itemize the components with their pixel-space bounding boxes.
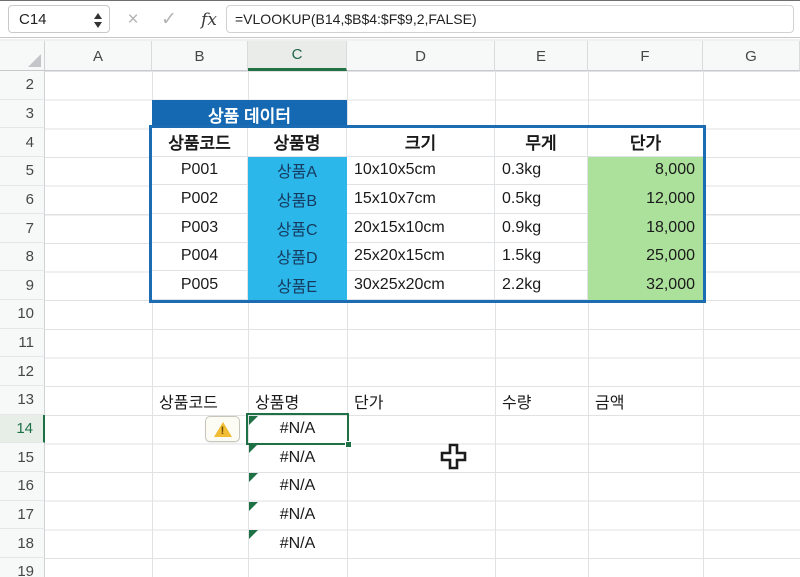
cell-f6-price[interactable]: 12,000 — [588, 185, 703, 214]
row-header-11[interactable]: 11 — [0, 329, 45, 358]
cell-c18-na[interactable]: #N/A — [248, 529, 347, 558]
cell-e7-weight[interactable]: 0.9kg — [495, 214, 588, 243]
product-table-header-weight[interactable]: 무게 — [495, 128, 588, 157]
warning-triangle-icon: ! — [214, 422, 232, 437]
row-headers: 2 3 4 5 6 7 8 9 10 11 12 13 14 15 16 17 … — [0, 71, 45, 577]
product-table-header-size[interactable]: 크기 — [347, 128, 495, 157]
spinner-up-icon[interactable] — [94, 13, 102, 19]
cell-b7-code[interactable]: P003 — [152, 214, 248, 243]
cell-c7-name[interactable]: 상품C — [248, 214, 347, 243]
name-box-value: C14 — [19, 11, 47, 28]
column-header-g[interactable]: G — [703, 41, 800, 71]
cell-b13-label[interactable]: 상품코드 — [152, 386, 248, 415]
row-header-2[interactable]: 2 — [0, 71, 45, 100]
cell-e8-weight[interactable]: 1.5kg — [495, 243, 588, 272]
fill-handle[interactable] — [345, 441, 352, 448]
na-text: #N/A — [280, 535, 316, 553]
cell-cursor-icon — [440, 443, 467, 470]
column-header-b[interactable]: B — [152, 41, 248, 71]
cell-f5-price[interactable]: 8,000 — [588, 157, 703, 186]
error-triangle-icon — [249, 444, 258, 453]
formula-bar: C14 × ✓ fx =VLOOKUP(B14,$B$4:$F$9,2,FALS… — [0, 1, 800, 38]
warning-exclamation: ! — [221, 425, 225, 437]
select-all-corner[interactable] — [0, 41, 45, 71]
cell-d6-size[interactable]: 15x10x7cm — [347, 185, 495, 214]
column-header-d[interactable]: D — [347, 41, 495, 71]
row-header-3[interactable]: 3 — [0, 100, 45, 129]
cell-c15-na[interactable]: #N/A — [248, 443, 347, 472]
cell-c6-name[interactable]: 상품B — [248, 185, 347, 214]
cell-e13-label[interactable]: 수량 — [495, 386, 588, 415]
formula-input[interactable]: =VLOOKUP(B14,$B$4:$F$9,2,FALSE) — [226, 5, 794, 33]
row-header-18[interactable]: 18 — [0, 529, 45, 558]
row-header-6[interactable]: 6 — [0, 186, 45, 215]
column-header-c-selected[interactable]: C — [248, 41, 347, 71]
product-data-title-cell[interactable]: 상품 데이터 — [152, 100, 347, 128]
row-header-4[interactable]: 4 — [0, 128, 45, 157]
row-header-12[interactable]: 12 — [0, 357, 45, 386]
na-text: #N/A — [280, 477, 316, 495]
error-triangle-icon — [249, 473, 258, 482]
row-header-19[interactable]: 19 — [0, 558, 45, 577]
cell-e6-weight[interactable]: 0.5kg — [495, 185, 588, 214]
name-box[interactable]: C14 — [8, 5, 110, 33]
na-text: #N/A — [280, 506, 316, 524]
row-header-9[interactable]: 9 — [0, 271, 45, 300]
cancel-icon[interactable]: × — [118, 1, 148, 38]
name-box-spinner[interactable] — [92, 10, 104, 30]
cell-b5-code[interactable]: P001 — [152, 157, 248, 186]
cell-b8-code[interactable]: P004 — [152, 243, 248, 272]
confirm-icon[interactable]: ✓ — [154, 1, 184, 38]
cell-e9-weight[interactable]: 2.2kg — [495, 271, 588, 300]
cell-f13-label[interactable]: 금액 — [588, 386, 703, 415]
row-header-15[interactable]: 15 — [0, 443, 45, 472]
spreadsheet-app: C14 × ✓ fx =VLOOKUP(B14,$B$4:$F$9,2,FALS… — [0, 0, 800, 577]
spinner-down-icon[interactable] — [94, 22, 102, 28]
cell-c17-na[interactable]: #N/A — [248, 501, 347, 530]
row-header-16[interactable]: 16 — [0, 472, 45, 501]
column-header-f[interactable]: F — [588, 41, 703, 71]
insert-function-icon[interactable]: fx — [192, 1, 226, 38]
product-table-header-code[interactable]: 상품코드 — [152, 128, 248, 157]
cell-d8-size[interactable]: 25x20x15cm — [347, 243, 495, 272]
cell-f7-price[interactable]: 18,000 — [588, 214, 703, 243]
selected-cell-border — [246, 413, 349, 445]
select-all-triangle-icon — [28, 54, 41, 67]
cell-f9-price[interactable]: 32,000 — [588, 271, 703, 300]
column-header-e[interactable]: E — [495, 41, 588, 71]
cell-c9-name[interactable]: 상품E — [248, 271, 347, 300]
row-header-5[interactable]: 5 — [0, 157, 45, 186]
cell-e5-weight[interactable]: 0.3kg — [495, 157, 588, 186]
row-header-10[interactable]: 10 — [0, 300, 45, 329]
cell-b6-code[interactable]: P002 — [152, 185, 248, 214]
column-header-a[interactable]: A — [45, 41, 152, 71]
error-triangle-icon — [249, 530, 258, 539]
cell-d7-size[interactable]: 20x15x10cm — [347, 214, 495, 243]
cell-b9-code[interactable]: P005 — [152, 271, 248, 300]
row-header-14-selected[interactable]: 14 — [0, 415, 45, 444]
cell-d9-size[interactable]: 30x25x20cm — [347, 271, 495, 300]
error-triangle-icon — [249, 502, 258, 511]
sheet-grid[interactable]: 상품 데이터 상품코드 상품명 크기 무게 단가 P001 상품A 10x10x… — [45, 71, 800, 577]
error-warning-button[interactable]: ! — [205, 416, 240, 442]
cell-d5-size[interactable]: 10x10x5cm — [347, 157, 495, 186]
row-header-17[interactable]: 17 — [0, 501, 45, 530]
column-headers: A B C D E F G — [45, 41, 800, 71]
cell-f8-price[interactable]: 25,000 — [588, 243, 703, 272]
cell-c16-na[interactable]: #N/A — [248, 472, 347, 501]
cell-c8-name[interactable]: 상품D — [248, 243, 347, 272]
product-table-header-name[interactable]: 상품명 — [248, 128, 347, 157]
row-header-13[interactable]: 13 — [0, 386, 45, 415]
na-text: #N/A — [280, 449, 316, 467]
row-header-8[interactable]: 8 — [0, 243, 45, 272]
formula-text: =VLOOKUP(B14,$B$4:$F$9,2,FALSE) — [235, 11, 477, 27]
cell-c5-name[interactable]: 상품A — [248, 157, 347, 186]
cell-c13-label[interactable]: 상품명 — [248, 386, 347, 415]
cell-d13-label[interactable]: 단가 — [347, 386, 495, 415]
row-header-7[interactable]: 7 — [0, 214, 45, 243]
product-table: 상품코드 상품명 크기 무게 단가 P001 상품A 10x10x5cm 0.3… — [149, 125, 706, 303]
product-table-header-price[interactable]: 단가 — [588, 128, 703, 157]
lookup-header-row: 상품코드 상품명 단가 수량 금액 — [152, 386, 703, 415]
